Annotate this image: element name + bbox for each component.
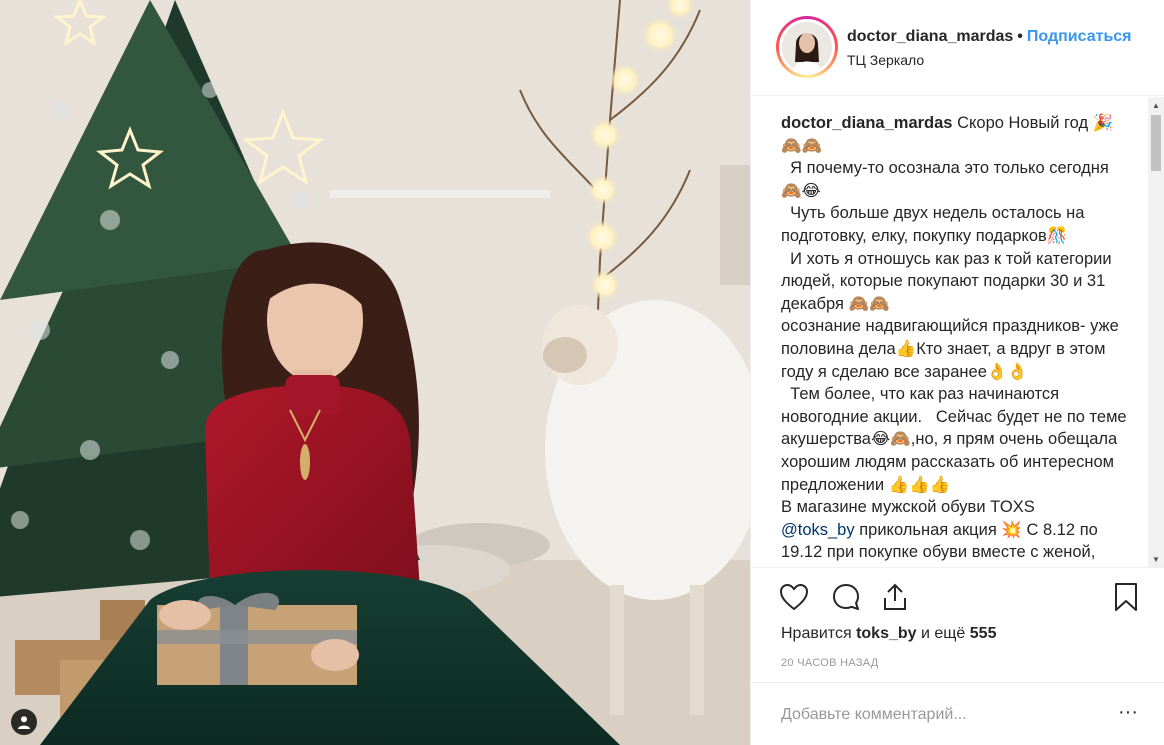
comment-bar: ··· [751, 682, 1164, 745]
comment-button[interactable] [829, 580, 863, 614]
scroll-up-arrow-icon[interactable]: ▲ [1148, 97, 1164, 113]
share-icon [884, 583, 906, 610]
scrollbar-thumb[interactable] [1151, 115, 1161, 171]
post-sidebar: doctor_diana_mardas • Подписаться ТЦ Зерка… [750, 0, 1164, 745]
avatar[interactable] [779, 19, 835, 75]
photo-illustration [0, 0, 750, 745]
header-line: doctor_diana_mardas • Подписаться [847, 28, 1132, 46]
bookmark-icon [1115, 583, 1137, 611]
comment-icon [833, 584, 859, 610]
caption-scrollbar[interactable]: ▲ ▼ [1148, 97, 1164, 567]
caption-scroll-area[interactable]: doctor_diana_mardas Скоро Новый год 🎉🙈🙈 … [751, 97, 1164, 567]
scroll-down-arrow-icon[interactable]: ▼ [1148, 551, 1164, 567]
comment-input[interactable] [781, 703, 1101, 727]
post-header: doctor_diana_mardas • Подписаться ТЦ Зерка… [751, 0, 1164, 96]
header-separator: • [1017, 28, 1023, 45]
post-actions: Нравится toks_by и ещё 555 20 ЧАСОВ НАЗА… [751, 567, 1164, 681]
caption: doctor_diana_mardas Скоро Новый год 🎉🙈🙈 … [781, 112, 1129, 564]
post-photo[interactable] [0, 0, 750, 745]
likes-summary: Нравится toks_by и ещё 555 [781, 625, 996, 643]
more-options-icon[interactable]: ··· [1116, 702, 1140, 727]
header-username[interactable]: doctor_diana_mardas [847, 28, 1013, 45]
caption-username[interactable]: doctor_diana_mardas [781, 114, 952, 132]
save-button[interactable] [1109, 580, 1143, 614]
like-button[interactable] [777, 580, 811, 614]
post-timestamp[interactable]: 20 ЧАСОВ НАЗАД [781, 657, 879, 669]
caption-mention[interactable]: @toks_by [781, 521, 855, 539]
person-icon [18, 716, 30, 729]
tagged-users-button[interactable] [11, 709, 37, 735]
follow-button[interactable]: Подписаться [1027, 28, 1132, 45]
location-link[interactable]: ТЦ Зеркало [847, 52, 924, 68]
likes-middle: и ещё [920, 625, 966, 642]
likes-prefix: Нравится [781, 625, 852, 642]
share-button[interactable] [878, 580, 912, 614]
avatar-picture [782, 22, 832, 72]
heart-icon [779, 583, 809, 611]
story-ring[interactable] [776, 16, 838, 78]
likes-count[interactable]: 555 [970, 625, 997, 642]
caption-text: Скоро Новый год 🎉🙈🙈 Я почему-то осознала… [781, 114, 1127, 517]
likes-user-link[interactable]: toks_by [856, 625, 916, 642]
